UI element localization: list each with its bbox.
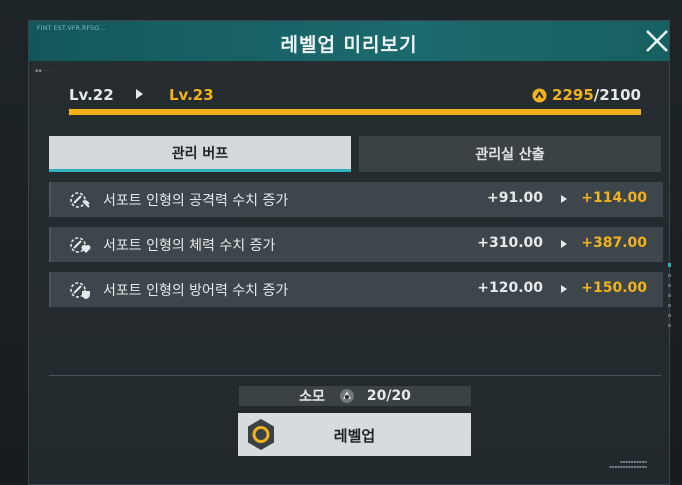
stat-label: 서포트 인형의 공격력 수치 증가 — [103, 193, 289, 209]
stat-row-defense: 서포트 인형의 방어력 수치 증가 +120.00 +150.00 — [49, 272, 663, 307]
stat-from-value: +91.00 — [486, 190, 543, 206]
support-hp-icon — [70, 237, 91, 253]
level-row: Lv.22 Lv.23 2295/2100 — [69, 85, 641, 109]
stat-arrow-icon — [561, 285, 567, 293]
stat-row-attack: 서포트 인형의 공격력 수치 증가 +91.00 +114.00 — [49, 182, 663, 217]
close-icon[interactable] — [643, 27, 671, 55]
cost-amount: 20/20 — [366, 388, 411, 404]
level-arrow-icon — [136, 89, 143, 99]
dialog-title: 레벨업 미리보기 — [280, 34, 418, 56]
stat-arrow-icon — [561, 195, 567, 203]
exp-value: 2295/2100 — [552, 86, 641, 104]
stat-label: 서포트 인형의 방어력 수치 증가 — [103, 283, 289, 299]
support-attack-icon — [70, 192, 90, 208]
stat-from-value: +310.00 — [477, 235, 543, 251]
levelup-button-label: 레벨업 — [333, 427, 376, 445]
stat-label: 서포트 인형의 체력 수치 증가 — [103, 238, 276, 254]
stat-row-hp: 서포트 인형의 체력 수치 증가 +310.00 +387.00 — [49, 227, 663, 262]
exp-progress-bar — [69, 109, 641, 115]
stat-to-value: +387.00 — [581, 235, 647, 251]
tab-management-buff[interactable]: 관리 버프 — [49, 136, 351, 172]
exp-current: 2295 — [552, 86, 594, 104]
upgrade-material-icon — [339, 389, 354, 403]
next-level: Lv.23 — [169, 86, 214, 104]
support-defense-icon — [70, 282, 90, 299]
cost-label: 소모 — [299, 389, 325, 405]
stat-arrow-icon — [561, 240, 567, 248]
stat-from-value: +120.00 — [477, 280, 543, 296]
divider — [49, 375, 661, 376]
stat-to-value: +114.00 — [581, 190, 647, 206]
levelup-preview-dialog: FINT EST.VFR.RFSO... 레벨업 미리보기 ▪▪ · · · ·… — [28, 20, 672, 485]
deco-text: ▪▪ · · · · — [35, 68, 55, 74]
dialog-title-bar: FINT EST.VFR.RFSO... 레벨업 미리보기 — [29, 21, 669, 61]
scroll-indicator — [668, 263, 672, 334]
exp-icon — [532, 88, 547, 103]
cost-row: 소모 20/20 — [239, 386, 471, 406]
deco-fine-print: ▪▪▪▪▪▪▪▪▪▪ ▪▪▪▪▪▪▪▪▪▪▪▪▪▪ — [609, 459, 647, 469]
exp-progress-fill — [69, 109, 641, 115]
tab-management-output[interactable]: 관리실 산출 — [359, 136, 661, 172]
exp-required: /2100 — [593, 86, 641, 104]
current-level: Lv.22 — [69, 86, 114, 104]
levelup-button[interactable]: 레벨업 — [238, 413, 471, 456]
stat-to-value: +150.00 — [581, 280, 647, 296]
